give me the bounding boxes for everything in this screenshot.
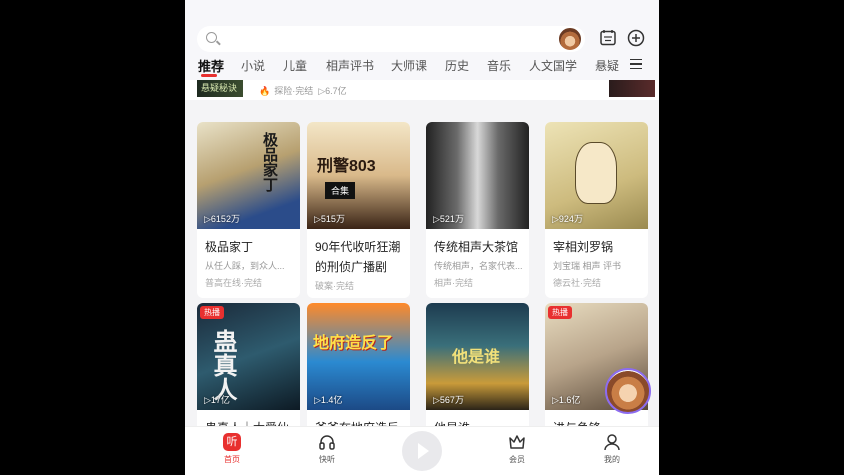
tab-crosstalk[interactable]: 相声评书 bbox=[326, 57, 374, 74]
album-card[interactable]: ▷924万 宰相刘罗锅 刘宝瑞 相声 评书 德云社·完结 bbox=[545, 122, 648, 298]
album-desc: 从任人踩，到众人... bbox=[205, 261, 285, 271]
album-desc: 刘宝瑞 相声 评书 bbox=[553, 261, 622, 271]
album-cover: 地府造反了 ▷1.4亿 bbox=[307, 303, 410, 410]
add-icon[interactable] bbox=[626, 28, 646, 48]
crown-icon bbox=[509, 435, 525, 449]
tab-music[interactable]: 音乐 bbox=[487, 57, 511, 74]
user-icon bbox=[604, 434, 620, 451]
album-card[interactable]: ▷521万 传统相声大茶馆 传统相声，名家代表... 相声·完结 bbox=[426, 122, 529, 298]
album-desc: 传统相声，名家代表... bbox=[434, 261, 523, 271]
tab-suspense[interactable]: 悬疑 bbox=[595, 57, 619, 74]
floating-assistant-avatar[interactable] bbox=[605, 368, 651, 414]
active-tab-indicator bbox=[201, 74, 217, 77]
app-screen: 推荐 小说 儿童 相声评书 大师课 历史 音乐 人文国学 悬疑 悬疑秘诀 🔥 探险… bbox=[185, 0, 659, 475]
album-title: 极品家丁 bbox=[205, 240, 254, 254]
album-tags: 普高在线·完结 bbox=[205, 278, 262, 288]
nav-mine[interactable]: 我的 bbox=[582, 433, 642, 465]
cover-illustration bbox=[575, 142, 617, 204]
search-icon bbox=[206, 32, 217, 43]
album-title: 传统相声大茶馆 bbox=[434, 240, 519, 254]
tab-history[interactable]: 历史 bbox=[445, 57, 469, 74]
album-title: 90年代收听狂潮的刑侦广播剧 bbox=[315, 240, 401, 274]
tab-children[interactable]: 儿童 bbox=[283, 57, 307, 74]
search-bar[interactable] bbox=[197, 26, 585, 52]
hot-badge: 热播 bbox=[200, 306, 224, 319]
album-cover: 热播 蛊真人 ▷17亿 bbox=[197, 303, 300, 410]
cover-badge: 合集 bbox=[325, 182, 356, 199]
home-listen-icon: 听 bbox=[223, 433, 241, 451]
album-cover: 他是谁 ▷567万 bbox=[426, 303, 529, 410]
calendar-sign-icon[interactable] bbox=[598, 28, 618, 48]
fire-icon: 🔥 bbox=[259, 86, 271, 96]
tab-novel[interactable]: 小说 bbox=[241, 57, 265, 74]
category-tabs: 推荐 小说 儿童 相声评书 大师课 历史 音乐 人文国学 悬疑 bbox=[185, 55, 659, 77]
tab-masterclass[interactable]: 大师课 bbox=[391, 57, 427, 74]
album-card[interactable]: 极品家丁 ▷6152万 极品家丁 从任人踩，到众人... 普高在线·完结 bbox=[197, 122, 300, 298]
album-card[interactable]: 刑警803 合集 ▷515万 90年代收听狂潮的刑侦广播剧 破案·完结 bbox=[307, 122, 410, 298]
album-cover: 极品家丁 ▷6152万 bbox=[197, 122, 300, 229]
top-header: 推荐 小说 儿童 相声评书 大师课 历史 音乐 人文国学 悬疑 bbox=[185, 0, 659, 80]
nav-quick[interactable]: 快听 bbox=[297, 433, 357, 465]
user-avatar[interactable] bbox=[557, 26, 583, 52]
album-tags: 破案·完结 bbox=[315, 281, 354, 291]
item-meta: 🔥 探险·完结 ▷6.7亿 bbox=[259, 86, 347, 96]
tab-recommend[interactable]: 推荐 bbox=[198, 56, 224, 75]
album-tags: 德云社·完结 bbox=[553, 278, 601, 288]
tab-humanities[interactable]: 人文国学 bbox=[529, 57, 577, 74]
album-title: 宰相刘罗锅 bbox=[553, 240, 614, 254]
hot-badge: 热播 bbox=[548, 306, 572, 319]
nav-member[interactable]: 会员 bbox=[487, 433, 547, 465]
menu-icon[interactable] bbox=[630, 59, 642, 69]
headphones-icon bbox=[319, 435, 335, 450]
nav-home[interactable]: 听 首页 bbox=[202, 433, 262, 465]
album-cover: 刑警803 合集 ▷515万 bbox=[307, 122, 410, 229]
album-cover: ▷521万 bbox=[426, 122, 529, 229]
play-button[interactable] bbox=[402, 431, 442, 471]
album-cover: ▷924万 bbox=[545, 122, 648, 229]
album-tags: 相声·完结 bbox=[434, 278, 473, 288]
bottom-nav: 听 首页 快听 会员 我的 bbox=[185, 426, 659, 475]
